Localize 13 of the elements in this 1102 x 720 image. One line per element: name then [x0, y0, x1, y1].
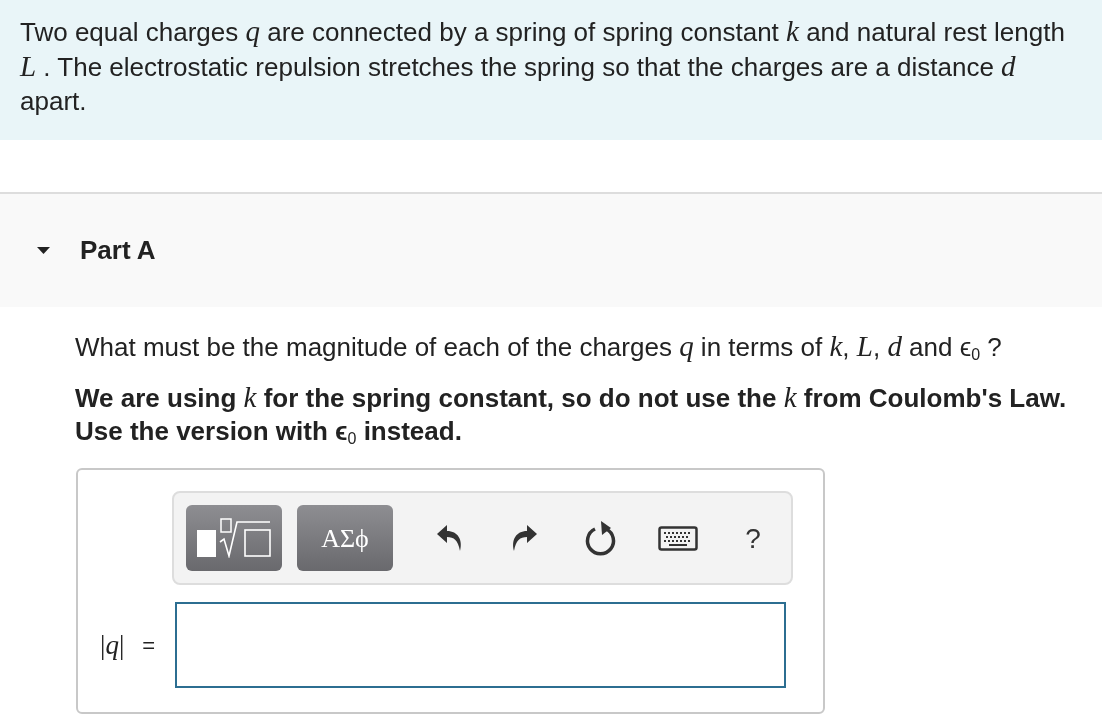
- reset-icon[interactable]: [584, 520, 617, 556]
- instruction-text: We are using k for the spring constant, so do not use the k from Coulomb's Law. Use the version with ϵ$_{0}$ instead.: [75, 381, 1068, 448]
- template-icon: [196, 518, 272, 558]
- problem-text: Two equal charges q are connected by a spring of spring constant k and natural rest length L . The electrostatic repulsion stretches the spring so that the charges are a distance d apart.: [20, 14, 1066, 118]
- question-text: What must be the magnitude of each of the charges q in terms of k, L, d and ϵ$_{0}$ ?: [75, 329, 1003, 364]
- part-title: Part A: [80, 234, 156, 267]
- templates-button[interactable]: [186, 505, 282, 571]
- answer-label: |q|: [100, 628, 125, 662]
- symbols-button[interactable]: ΑΣϕ: [297, 505, 393, 571]
- keyboard-icon[interactable]: [658, 525, 698, 551]
- equals-sign: =: [142, 631, 156, 660]
- answer-field[interactable]: [175, 602, 787, 688]
- help-button[interactable]: ?: [741, 518, 765, 558]
